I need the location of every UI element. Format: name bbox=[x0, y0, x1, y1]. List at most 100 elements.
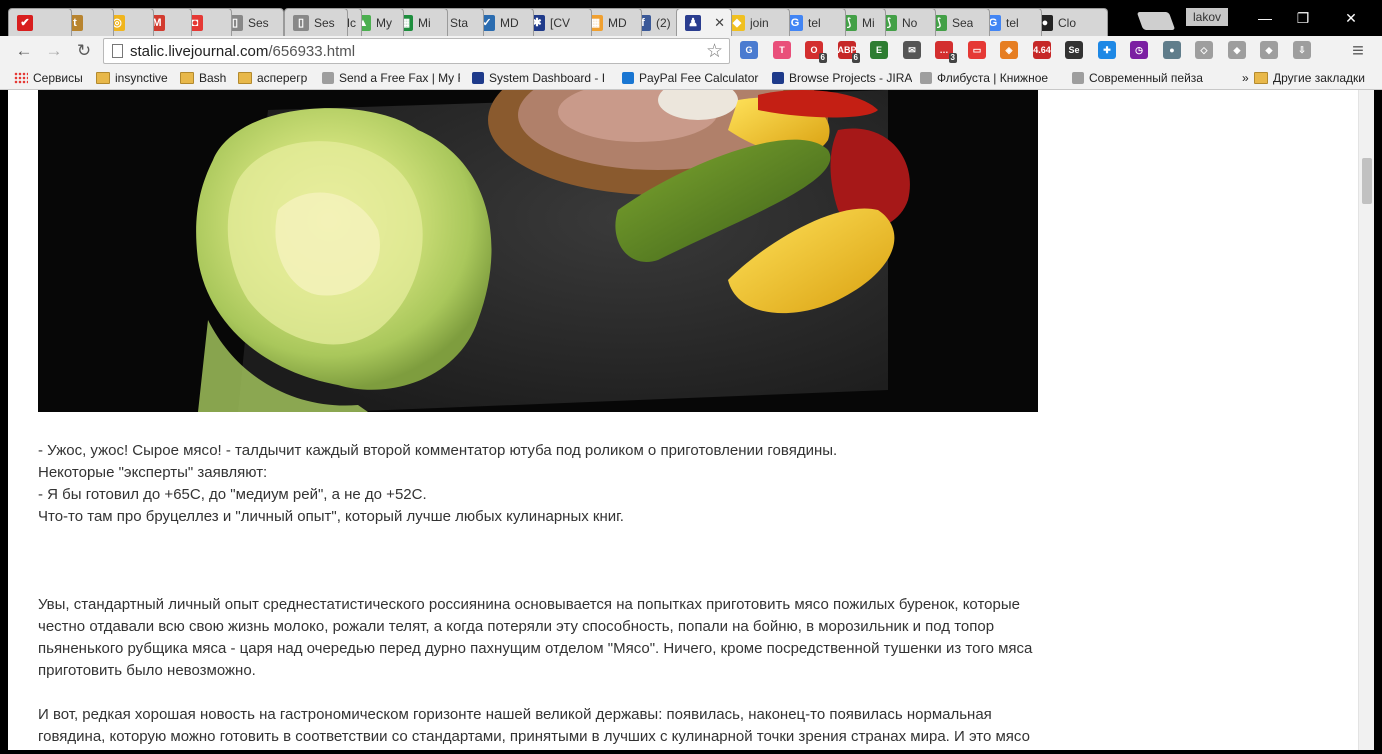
tv-extension-icon[interactable]: ▭ bbox=[968, 41, 986, 59]
toolbar: ← → ↻ stalic.livejournal.com/656933.html… bbox=[0, 36, 1382, 66]
market-extension-icon[interactable]: ◈ bbox=[1000, 41, 1018, 59]
tab-active[interactable]: ♟ ✕ bbox=[676, 8, 732, 36]
bookmark-apps-label: Сервисы bbox=[33, 71, 83, 85]
chat-extension-icon[interactable]: … 3 bbox=[935, 41, 957, 63]
bookmark-item[interactable]: асперегр bbox=[238, 70, 316, 86]
food-photo bbox=[38, 90, 1038, 412]
bookmark-label: асперегр bbox=[257, 71, 308, 85]
restore-button[interactable]: ❐ bbox=[1288, 8, 1318, 28]
tab-favicon-icon: ✔ bbox=[17, 14, 33, 31]
tab-label: [CV bbox=[550, 15, 571, 30]
bookmark-other-folder[interactable]: Другие закладки bbox=[1254, 70, 1365, 86]
bulb-extension-icon[interactable]: ● bbox=[1163, 41, 1181, 59]
forward-button[interactable]: → bbox=[42, 40, 66, 62]
bookmark-other-label: Другие закладки bbox=[1273, 71, 1365, 85]
tab-label: Mi bbox=[418, 15, 431, 30]
tab-close-icon[interactable]: ✕ bbox=[714, 15, 725, 31]
minimize-button[interactable]: — bbox=[1250, 8, 1280, 28]
adblock-extension-icon[interactable]: ABP 6 bbox=[838, 41, 860, 63]
seo-extension-icon[interactable]: Se bbox=[1065, 41, 1083, 59]
tab-label: Mi bbox=[862, 15, 875, 30]
bookmark-item[interactable]: Bash bbox=[180, 70, 232, 86]
evernote-extension-icon[interactable]: E bbox=[870, 41, 888, 59]
bookmark-item[interactable]: System Dashboard - I bbox=[472, 70, 610, 86]
tab-label: tel bbox=[1006, 15, 1019, 30]
extension-glyph: ◈ bbox=[1005, 44, 1013, 55]
tab-label: MD bbox=[500, 15, 519, 30]
proxy-extension-icon[interactable]: ✚ bbox=[1098, 41, 1116, 59]
extension-glyph: ◆ bbox=[1233, 44, 1241, 55]
url-path: /656933.html bbox=[268, 43, 356, 60]
diamond-extension-icon[interactable]: ◆ bbox=[1228, 41, 1246, 59]
tab-label: My bbox=[376, 15, 392, 30]
extension-glyph: … bbox=[939, 45, 949, 55]
article-body: - Ужос, ужос! Сырое мясо! - талдычит каж… bbox=[38, 440, 1118, 748]
extension-glyph: ✚ bbox=[1103, 44, 1111, 55]
tab-label: Ses bbox=[314, 15, 335, 30]
bookmark-label: Флибуста | Книжное bbox=[937, 71, 1049, 85]
vertical-scrollbar[interactable] bbox=[1358, 90, 1374, 750]
back-button[interactable]: ← bbox=[12, 40, 36, 62]
bookmark-apps[interactable]: Сервисы bbox=[14, 70, 83, 86]
food-photo-illustration bbox=[38, 90, 1038, 412]
folder-icon bbox=[180, 72, 194, 84]
download-extension-icon[interactable]: ⇩ bbox=[1293, 41, 1311, 59]
tab[interactable]: ✔ bbox=[8, 8, 72, 36]
scrollbar-thumb[interactable] bbox=[1362, 158, 1372, 204]
mail-extension-icon[interactable]: ✉ bbox=[903, 41, 921, 59]
menu-button[interactable]: ≡ bbox=[1346, 40, 1370, 62]
extension-glyph: 4.64 bbox=[1033, 45, 1051, 55]
tab-label: tel bbox=[808, 15, 821, 30]
bookmark-item[interactable]: Флибуста | Книжное bbox=[920, 70, 1058, 86]
reload-button[interactable]: ↻ bbox=[72, 40, 96, 62]
bookmark-favicon-icon bbox=[472, 72, 484, 84]
extension-glyph: T bbox=[779, 45, 785, 55]
t-extension-icon[interactable]: T bbox=[773, 41, 791, 59]
dropbox-extension-icon[interactable]: ◇ bbox=[1195, 41, 1213, 59]
address-bar[interactable]: stalic.livejournal.com/656933.html ☆ bbox=[103, 38, 730, 64]
text-line: - Ужос, ужос! Сырое мясо! - талдычит каж… bbox=[38, 442, 838, 459]
clock-extension-icon[interactable]: ◷ bbox=[1130, 41, 1148, 59]
bookmark-star-icon[interactable]: ☆ bbox=[706, 40, 723, 63]
extension-badge: 3 bbox=[948, 53, 957, 63]
tab-favicon-icon: ♟ bbox=[685, 14, 701, 31]
bookmark-label: Browse Projects - JIRA bbox=[789, 71, 912, 85]
bookmarks-bar: Сервисы » Другие закладки insynctive Bash… bbox=[0, 66, 1382, 90]
close-window-button[interactable]: ✕ bbox=[1336, 8, 1366, 28]
speed-extension-icon[interactable]: 4.64 bbox=[1033, 41, 1051, 59]
folder-icon bbox=[1254, 72, 1268, 84]
translate-extension-icon[interactable]: G bbox=[740, 41, 758, 59]
tab-favicon-icon: ▯ bbox=[293, 14, 309, 31]
profile-button[interactable]: lakov bbox=[1186, 8, 1228, 26]
bookmark-favicon-icon bbox=[622, 72, 634, 84]
text-line: И вот, редкая хорошая новость на гастрон… bbox=[38, 706, 992, 723]
extension-glyph: ◷ bbox=[1135, 44, 1143, 55]
bookmark-item[interactable]: insynctive bbox=[96, 70, 174, 86]
tab[interactable]: ▯ Ses bbox=[284, 8, 348, 36]
bookmark-item[interactable]: Современный пейза bbox=[1072, 70, 1208, 86]
extension-glyph: E bbox=[875, 45, 882, 55]
url-text[interactable]: stalic.livejournal.com/656933.html bbox=[130, 43, 355, 60]
bookmark-label: System Dashboard - I bbox=[489, 71, 606, 85]
text-line: приготовить было невозможно. bbox=[38, 662, 256, 679]
tab-label: Clo bbox=[1058, 15, 1077, 30]
bookmark-item[interactable]: PayPal Fee Calculator bbox=[622, 70, 762, 86]
opera-extension-icon[interactable]: O6 bbox=[805, 41, 827, 63]
extension-glyph: ▭ bbox=[972, 44, 982, 55]
extension-glyph: ● bbox=[1169, 45, 1175, 55]
tab-strip: lakov — ❐ ✕ ✔t◎M◘▯Ses▯SesKMc▲My▦Mi⌂Sta✓M… bbox=[0, 0, 1382, 36]
tab-label: No bbox=[902, 15, 918, 30]
folder-icon bbox=[238, 72, 252, 84]
new-tab-button[interactable] bbox=[1136, 12, 1176, 30]
browser-window: lakov — ❐ ✕ ✔t◎M◘▯Ses▯SesKMc▲My▦Mi⌂Sta✓M… bbox=[0, 0, 1382, 754]
text-line: - Я бы готовил до +65С, до "медиум рей",… bbox=[38, 486, 427, 503]
diamond2-extension-icon[interactable]: ◆ bbox=[1260, 41, 1278, 59]
bookmark-item[interactable]: Send a Free Fax | My F bbox=[322, 70, 460, 86]
bookmark-label: insynctive bbox=[115, 71, 168, 85]
page-icon bbox=[112, 44, 123, 58]
bookmark-item[interactable]: Browse Projects - JIRA bbox=[772, 70, 912, 86]
apps-grid-icon bbox=[14, 72, 28, 84]
bookmark-favicon-icon bbox=[920, 72, 932, 84]
extension-badge: 6 bbox=[851, 53, 860, 63]
text-line: Увы, стандартный личный опыт среднестати… bbox=[38, 596, 1020, 613]
